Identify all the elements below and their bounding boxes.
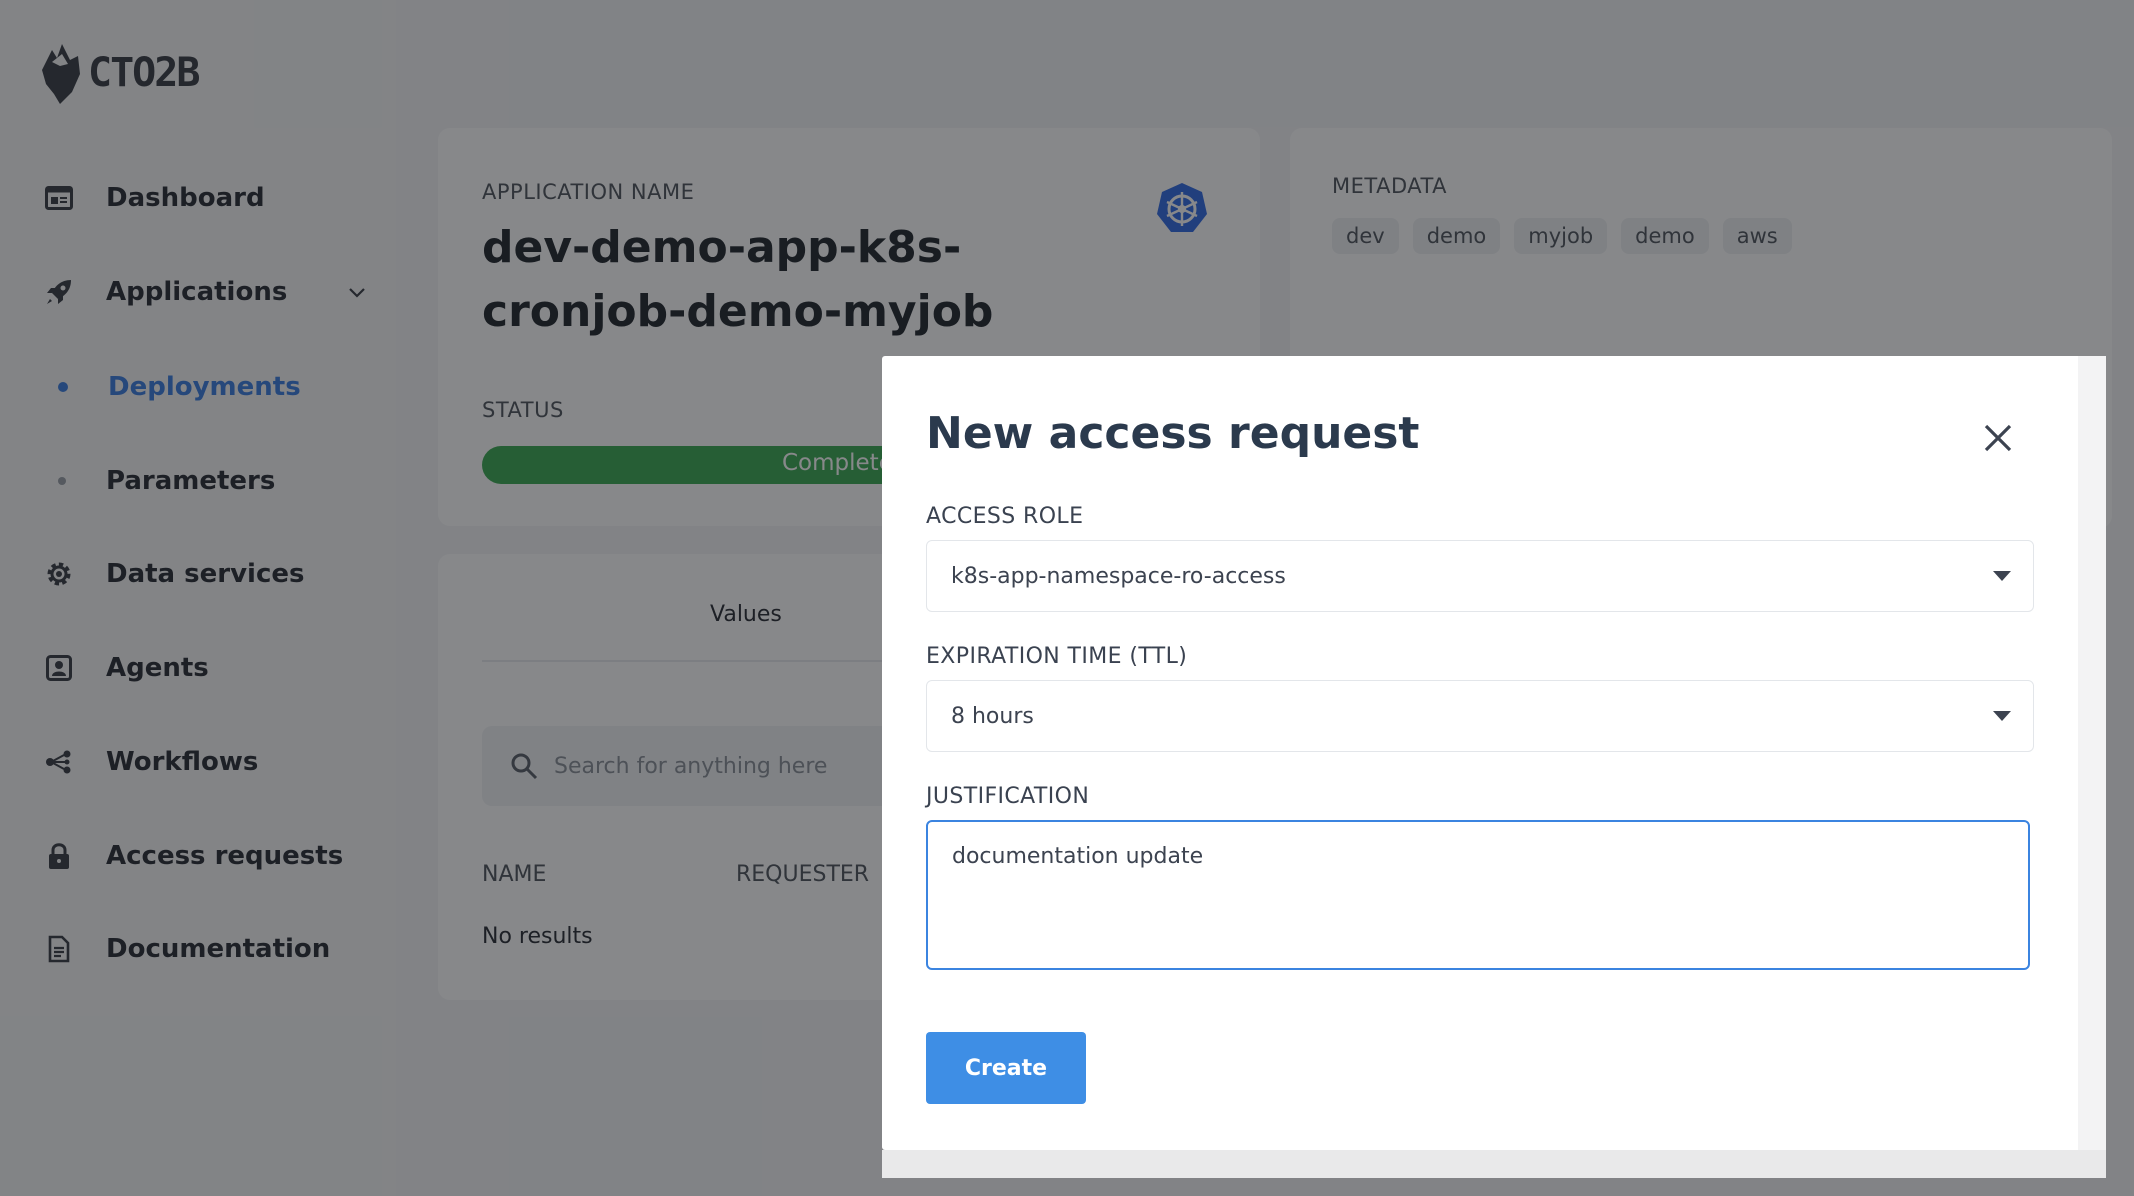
access-role-select[interactable]: k8s-app-namespace-ro-access	[926, 540, 2034, 612]
modal-shadow	[882, 1150, 2106, 1178]
close-icon[interactable]	[1978, 418, 2018, 458]
modal-title: New access request	[926, 408, 1420, 459]
modal-scroll-edge	[2078, 356, 2106, 1150]
create-button[interactable]: Create	[926, 1032, 1086, 1104]
justification-value: documentation update	[952, 844, 1204, 869]
caret-down-icon	[1993, 571, 2011, 581]
new-access-request-modal: New access request ACCESS ROLE k8s-app-n…	[882, 356, 2106, 1150]
justification-textarea[interactable]: documentation update	[926, 820, 2030, 970]
ttl-value: 8 hours	[951, 703, 1034, 729]
access-role-label: ACCESS ROLE	[926, 504, 1084, 529]
access-role-value: k8s-app-namespace-ro-access	[951, 563, 1286, 589]
ttl-label: EXPIRATION TIME (TTL)	[926, 644, 1188, 669]
justification-label: JUSTIFICATION	[926, 784, 1090, 809]
ttl-select[interactable]: 8 hours	[926, 680, 2034, 752]
caret-down-icon	[1993, 711, 2011, 721]
